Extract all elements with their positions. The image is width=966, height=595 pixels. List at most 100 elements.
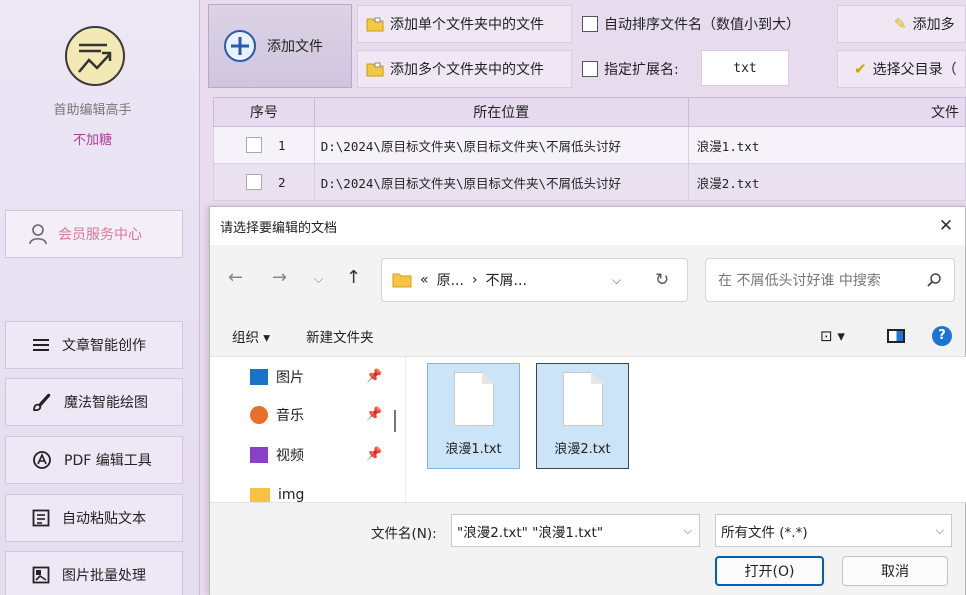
chevron-down-icon[interactable]: ⌵ xyxy=(936,524,944,538)
menu-item-paste[interactable]: 自动粘贴文本 xyxy=(5,494,183,542)
menu-item-label: 图片批量处理 xyxy=(62,568,146,584)
auto-sort-checkbox[interactable] xyxy=(582,16,598,32)
menu-item-label: PDF 编辑工具 xyxy=(64,453,152,469)
close-icon[interactable]: ✕ xyxy=(935,215,957,237)
member-center-button[interactable]: 会员服务中心 xyxy=(5,210,183,258)
nav-item-label: img xyxy=(278,487,305,502)
up-arrow-icon[interactable]: ↑ xyxy=(346,267,361,288)
add-more-button[interactable]: ✎ 添加多 xyxy=(837,5,966,43)
add-file-button[interactable]: 添加文件 xyxy=(208,4,352,88)
menu-item-article[interactable]: 文章智能创作 xyxy=(5,321,183,369)
pin-icon[interactable]: 📌 xyxy=(366,407,382,422)
nav-item-label: 视频 xyxy=(276,448,304,464)
brush-icon xyxy=(33,393,51,412)
chart-logo-icon xyxy=(78,43,112,73)
search-icon xyxy=(927,273,941,287)
videos-icon xyxy=(250,447,268,463)
filetype-value: 所有文件 (*.*) xyxy=(721,524,808,541)
file-table: 序号 所在位置 文件 1 D:\2024\原目标文件夹\原目标文件夹\不屑低头讨… xyxy=(213,97,966,201)
menu-item-label: 文章智能创作 xyxy=(62,338,146,354)
app-logo xyxy=(65,26,125,86)
row-file: 浪漫2.txt xyxy=(696,175,760,191)
file-list: 浪漫1.txt 浪漫2.txt xyxy=(407,357,966,502)
plus-circle-icon xyxy=(224,30,256,62)
menu-item-label: 自动粘贴文本 xyxy=(62,511,146,527)
menu-item-image-batch[interactable]: 图片批量处理 xyxy=(5,551,183,595)
organize-button[interactable]: 组织 ▾ xyxy=(232,326,270,346)
file-name: 浪漫2.txt xyxy=(554,442,611,457)
address-bar[interactable]: « 原... › 不屑... ⌵ ↻ xyxy=(381,258,688,302)
cancel-button[interactable]: 取消 xyxy=(842,556,948,586)
text-file-icon xyxy=(562,372,603,426)
menu-item-drawing[interactable]: 魔法智能绘图 xyxy=(5,378,183,426)
specify-ext-option[interactable]: 指定扩展名: xyxy=(573,50,701,88)
forward-arrow-icon[interactable]: → xyxy=(272,267,287,288)
pdf-icon xyxy=(33,451,51,469)
folder-add-icon xyxy=(366,62,384,77)
row-file: 浪漫1.txt xyxy=(696,138,760,154)
add-single-folder-label: 添加单个文件夹中的文件 xyxy=(390,17,544,33)
preview-pane-icon[interactable] xyxy=(887,328,905,343)
nav-item-music[interactable]: 音乐 xyxy=(250,402,304,428)
view-options-icon[interactable]: ⊡ ▾ xyxy=(820,327,845,345)
col-location-header: 所在位置 xyxy=(315,98,689,126)
row-location: D:\2024\原目标文件夹\原目标文件夹\不屑低头讨好 xyxy=(315,127,689,163)
pin-icon[interactable]: 📌 xyxy=(366,369,382,384)
choose-parent-button[interactable]: ✔ 选择父目录（ xyxy=(837,50,966,88)
folder-icon xyxy=(392,273,412,288)
list-icon xyxy=(33,339,49,351)
folder-icon xyxy=(250,488,270,502)
filename-input[interactable]: "浪漫2.txt" "浪漫1.txt" ⌵ xyxy=(451,514,700,547)
check-icon: ✔ xyxy=(854,60,867,78)
back-arrow-icon[interactable]: ← xyxy=(228,267,243,288)
row-location: D:\2024\原目标文件夹\原目标文件夹\不屑低头讨好 xyxy=(315,164,689,200)
file-name: 浪漫1.txt xyxy=(445,442,502,457)
recent-locations-chevron-icon[interactable]: ⌵ xyxy=(314,272,323,287)
table-row[interactable]: 2 D:\2024\原目标文件夹\原目标文件夹\不屑低头讨好 浪漫2.txt xyxy=(213,164,966,201)
row-checkbox[interactable] xyxy=(246,174,262,190)
add-multi-folder-button[interactable]: 添加多个文件夹中的文件 xyxy=(357,50,572,88)
open-file-dialog: 请选择要编辑的文档 ✕ ← → ⌵ ↑ « 原... › 不屑... ⌵ ↻ 在… xyxy=(209,206,966,595)
refresh-icon[interactable]: ↻ xyxy=(655,270,669,290)
address-part[interactable]: 原... xyxy=(437,270,464,290)
address-dropdown-chevron-icon[interactable]: ⌵ xyxy=(612,273,621,288)
app-subtitle: 不加糖 xyxy=(72,133,112,148)
address-part[interactable]: 不屑... xyxy=(486,270,527,290)
specify-ext-checkbox[interactable] xyxy=(582,61,598,77)
menu-item-label: 魔法智能绘图 xyxy=(64,395,148,411)
nav-scrollbar[interactable] xyxy=(394,410,396,432)
paste-icon xyxy=(32,509,50,527)
open-button[interactable]: 打开(O) xyxy=(715,556,824,586)
add-more-label: 添加多 xyxy=(912,17,955,33)
file-item[interactable]: 浪漫2.txt xyxy=(536,363,629,469)
table-row[interactable]: 1 D:\2024\原目标文件夹\原目标文件夹\不屑低头讨好 浪漫1.txt xyxy=(213,127,966,164)
file-item[interactable]: 浪漫1.txt xyxy=(427,363,520,469)
table-header: 序号 所在位置 文件 xyxy=(213,97,966,127)
extension-input[interactable]: txt xyxy=(701,50,789,86)
chevron-down-icon[interactable]: ⌵ xyxy=(684,524,692,538)
filename-label: 文件名(N): xyxy=(371,526,437,542)
navigation-pane: 图片 📌 音乐 📌 视频 📌 img xyxy=(210,357,406,502)
filetype-select[interactable]: 所有文件 (*.*) ⌵ xyxy=(715,514,952,547)
sidebar: 首助编辑高手 不加糖 会员服务中心 文章智能创作 魔法智能绘图 PDF 编辑工具 xyxy=(0,0,200,595)
auto-sort-option[interactable]: 自动排序文件名（数值小到大） xyxy=(573,5,831,43)
command-bar: 组织 ▾ 新建文件夹 ⊡ ▾ ? xyxy=(210,315,965,357)
image-batch-icon xyxy=(32,566,50,584)
nav-item-img[interactable]: img xyxy=(250,482,304,502)
add-single-folder-button[interactable]: 添加单个文件夹中的文件 xyxy=(357,5,572,43)
col-index-header: 序号 xyxy=(214,98,315,126)
address-prefix: « xyxy=(420,272,429,288)
search-box[interactable]: 在 不屑低头讨好谁 中搜索 xyxy=(705,258,955,302)
toolbar: 添加文件 添加单个文件夹中的文件 添加多个文件夹中的文件 自动排序文件名（数值小… xyxy=(207,0,966,95)
pin-icon[interactable]: 📌 xyxy=(366,447,382,462)
address-separator: › xyxy=(471,272,478,288)
new-folder-button[interactable]: 新建文件夹 xyxy=(306,326,374,346)
nav-item-pictures[interactable]: 图片 xyxy=(250,364,304,390)
auto-sort-label: 自动排序文件名（数值小到大） xyxy=(604,17,800,33)
help-icon[interactable]: ? xyxy=(932,325,952,346)
dialog-footer: 文件名(N): "浪漫2.txt" "浪漫1.txt" ⌵ 所有文件 (*.*)… xyxy=(210,502,965,595)
row-checkbox[interactable] xyxy=(246,137,262,153)
menu-item-pdf[interactable]: PDF 编辑工具 xyxy=(5,436,183,484)
nav-item-videos[interactable]: 视频 xyxy=(250,442,304,468)
row-index: 2 xyxy=(278,174,286,190)
